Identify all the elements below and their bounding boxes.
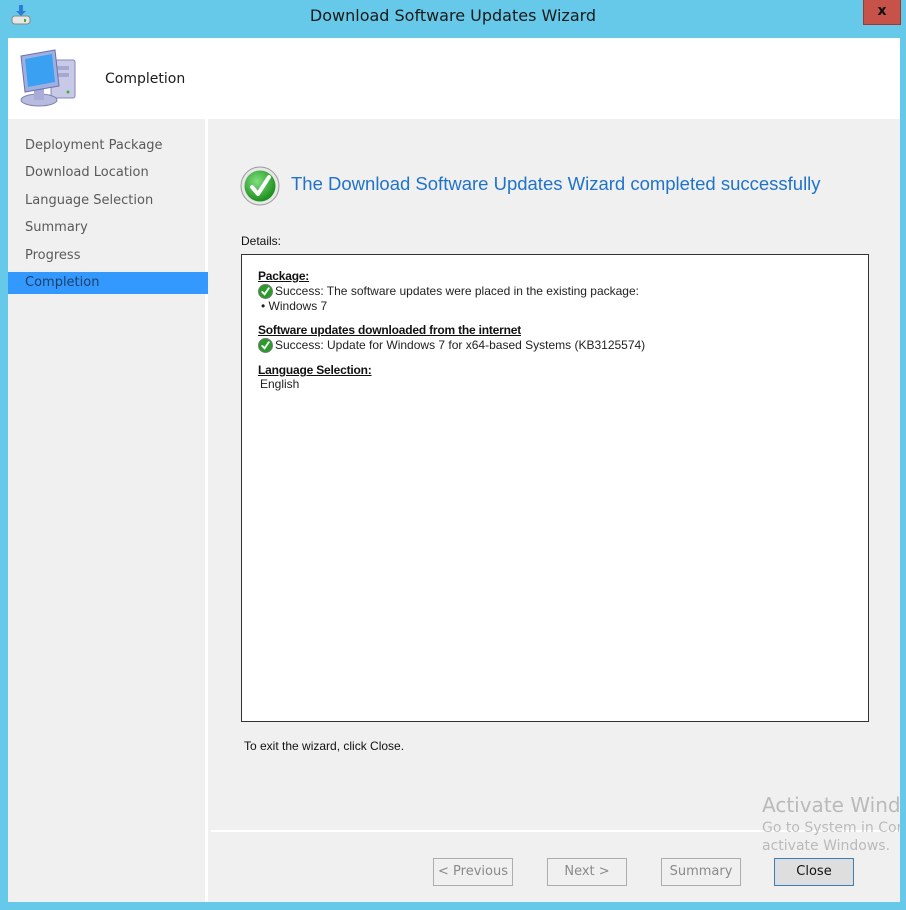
sidebar-item-download-location[interactable]: Download Location bbox=[8, 162, 208, 184]
success-check-icon bbox=[240, 166, 280, 206]
details-box: Package: Success: The software updates w… bbox=[241, 254, 869, 722]
sidebar-item-completion[interactable]: Completion bbox=[8, 272, 208, 294]
package-item: • Windows 7 bbox=[261, 299, 328, 313]
watermark-line3: activate Windows. bbox=[762, 838, 891, 854]
window-close-button[interactable]: x bbox=[863, 0, 901, 25]
activation-watermark: Activate Windows Go to System in Control… bbox=[762, 793, 906, 854]
wizard-content: The Download Software Updates Wizard com… bbox=[211, 119, 900, 902]
language-heading: Language Selection: bbox=[258, 363, 372, 377]
watermark-line2: Go to System in Control Panel to bbox=[762, 820, 906, 836]
sidebar-item-deployment-package[interactable]: Deployment Package bbox=[8, 135, 208, 157]
downloads-heading: Software updates downloaded from the int… bbox=[258, 323, 522, 337]
sidebar-item-progress[interactable]: Progress bbox=[8, 245, 208, 267]
next-button[interactable]: Next > bbox=[547, 858, 627, 886]
details-label: Details: bbox=[241, 234, 282, 248]
wizard-step-list: Deployment Package Download Location Lan… bbox=[8, 119, 208, 902]
language-value: English bbox=[260, 377, 300, 391]
success-heading: The Download Software Updates Wizard com… bbox=[291, 173, 821, 194]
package-status: Success: The software updates were place… bbox=[275, 284, 639, 298]
sidebar-item-language-selection[interactable]: Language Selection bbox=[8, 190, 208, 212]
wizard-header: Completion bbox=[8, 38, 900, 119]
watermark-title: Activate Windows bbox=[762, 793, 906, 817]
package-heading: Package: bbox=[258, 269, 310, 283]
close-button[interactable]: Close bbox=[774, 858, 854, 886]
window-frame-edge bbox=[900, 30, 906, 910]
success-check-icon bbox=[258, 337, 273, 353]
wizard-window: Completion Deployment Package Download L… bbox=[8, 38, 900, 902]
exit-instructions: To exit the wizard, click Close. bbox=[244, 739, 405, 753]
summary-button[interactable]: Summary bbox=[661, 858, 741, 886]
window-title: Download Software Updates Wizard bbox=[309, 6, 597, 25]
previous-button[interactable]: < Previous bbox=[433, 858, 513, 886]
step-title: Completion bbox=[105, 71, 186, 87]
computer-icon bbox=[20, 49, 76, 107]
sidebar-item-summary[interactable]: Summary bbox=[8, 217, 208, 239]
title-bar: Download Software Updates Wizard bbox=[0, 0, 906, 30]
success-check-icon bbox=[258, 283, 273, 299]
downloads-status: Success: Update for Windows 7 for x64-ba… bbox=[275, 338, 646, 352]
